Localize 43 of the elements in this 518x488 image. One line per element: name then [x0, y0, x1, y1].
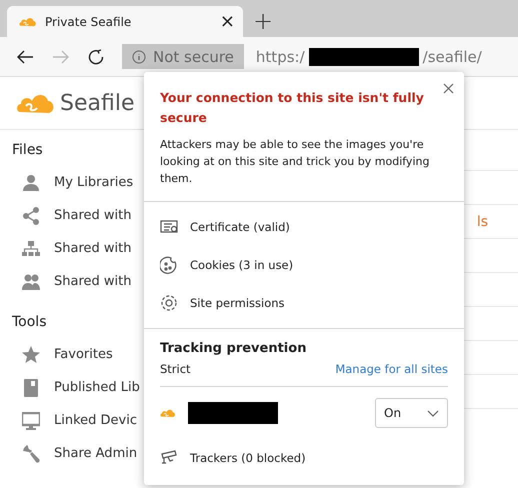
- tracking-level: Strict: [160, 362, 191, 376]
- logo-text: Seafile: [60, 90, 134, 116]
- cookie-icon: [160, 256, 178, 274]
- tab-title: Private Seafile: [45, 14, 132, 28]
- chevron-down-icon: [427, 410, 439, 416]
- tracking-dropdown[interactable]: On: [375, 398, 448, 428]
- new-tab-button[interactable]: +: [253, 6, 274, 34]
- sidebar-item[interactable]: Share Admin: [54, 446, 138, 461]
- star-icon: [22, 346, 40, 364]
- close-icon: [443, 83, 454, 94]
- info-icon: [132, 50, 146, 64]
- wrench-icon: [22, 444, 40, 462]
- manage-link[interactable]: Manage for all sites: [335, 362, 448, 376]
- warning-title: Your connection to this site isn't fully secure: [160, 89, 425, 127]
- share-icon: [22, 206, 40, 224]
- close-tab-button[interactable]: ×: [220, 11, 235, 32]
- popup-menu-item[interactable]: Site permissions: [144, 284, 464, 322]
- url-text: https:/: [256, 48, 305, 66]
- browser-tab[interactable]: Private Seafile ×: [7, 6, 243, 37]
- popup-menu-item[interactable]: Cookies (3 in use): [144, 246, 464, 284]
- book-icon: [22, 378, 40, 396]
- sidebar-item[interactable]: Shared with: [54, 208, 132, 223]
- section-title: Tracking prevention: [160, 341, 308, 356]
- gear-icon: [160, 294, 178, 312]
- warning-message: Attackers may be able to see the images you're looking at on this site and trick you by modifying them.: [160, 137, 430, 187]
- sidebar-item[interactable]: My Libraries: [54, 175, 134, 190]
- org-icon: [22, 240, 40, 258]
- section-heading: Files: [12, 142, 44, 158]
- refresh-icon[interactable]: [88, 48, 104, 64]
- sidebar-item[interactable]: Shared with: [54, 241, 132, 256]
- cloud-logo-icon: [160, 407, 176, 419]
- sidebar-item[interactable]: Linked Devic: [54, 413, 138, 428]
- section-heading: Tools: [12, 314, 48, 330]
- group-icon: [22, 272, 40, 290]
- back-icon[interactable]: [16, 50, 34, 64]
- popup-menu-item[interactable]: Certificate (valid): [144, 208, 464, 246]
- sidebar-item[interactable]: Published Lib: [54, 380, 140, 395]
- sidebar-item[interactable]: Favorites: [54, 347, 113, 362]
- popup-menu-item[interactable]: Trackers (0 blocked): [160, 439, 448, 477]
- monitor-icon: [22, 412, 40, 430]
- sidebar-item[interactable]: Shared with: [54, 274, 132, 289]
- user-icon: [22, 174, 40, 192]
- url-text: /seafile/: [422, 48, 482, 66]
